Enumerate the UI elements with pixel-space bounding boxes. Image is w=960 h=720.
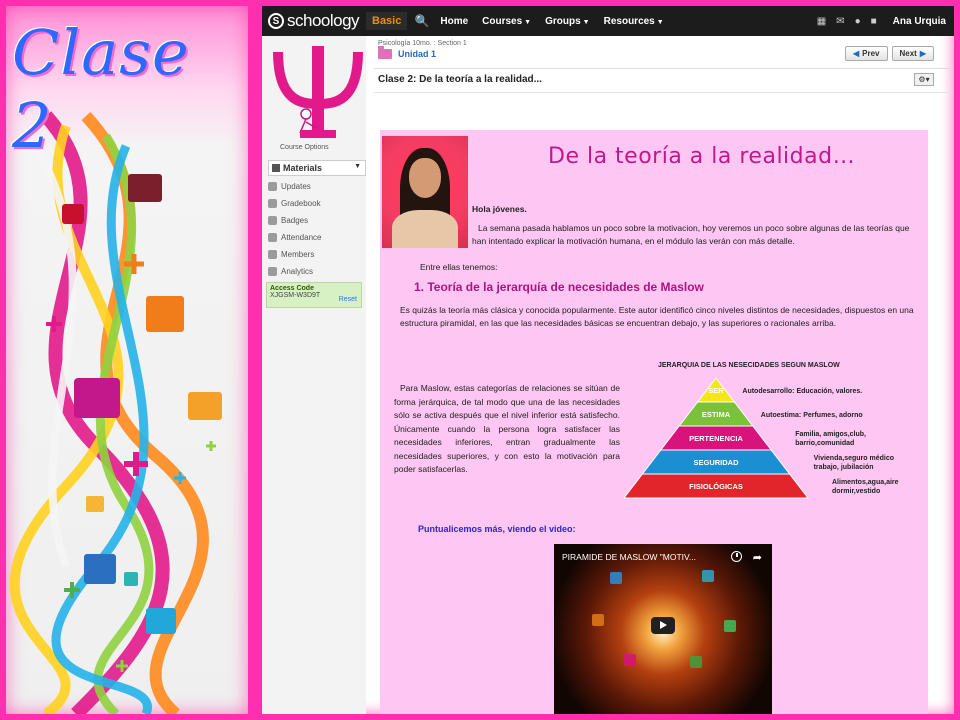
video-player[interactable]: PIRAMIDE DE MASLOW "MOTIV... ➦ [554, 544, 772, 714]
chevron-down-icon: ▼ [354, 163, 361, 170]
pyramid-level-description: dormir,vestido [832, 488, 880, 495]
pager: ◀ Prev Next ▶ [844, 46, 934, 61]
prev-button[interactable]: ◀ Prev [844, 46, 888, 61]
video-title: PIRAMIDE DE MASLOW "MOTIV... [562, 552, 696, 562]
sidebar-item-members[interactable]: Members [268, 246, 321, 263]
pyramid-level-description: Autodesarrollo: Educación, valores. [742, 388, 862, 395]
breadcrumb[interactable]: Psicología 10mo. : Section 1 [378, 40, 467, 47]
slide-title: Clase 2 [12, 16, 190, 162]
access-code-value: XJGSM-W3D9T [270, 292, 321, 299]
sidebar-item-badges[interactable]: Badges [268, 212, 321, 229]
analytics-icon [268, 267, 277, 276]
gear-icon[interactable]: ⚙▾ [914, 73, 934, 86]
people-icon[interactable]: ● [855, 16, 861, 27]
notification-icon[interactable]: ■ [871, 16, 877, 27]
sidebar-item-materials[interactable]: Materials ▼ [268, 160, 366, 176]
divider [374, 68, 950, 69]
sidebar-item-analytics[interactable]: Analytics [268, 263, 321, 280]
teacher-photo [382, 136, 468, 248]
play-button[interactable] [651, 617, 675, 634]
pyramid-level-label: PERTENENCIA [689, 434, 743, 443]
mail-icon[interactable]: ✉ [836, 16, 844, 27]
video-call-text: Puntualicemos más, viendo el video: [418, 524, 576, 534]
pyramid-title: JERARQUIA DE LAS NESECIDADES SEGUN MASLO… [658, 362, 840, 369]
page-content: De la teoría a la realidad… Hola jóvenes… [380, 130, 928, 714]
pyramid-level-label: SEGURIDAD [693, 458, 739, 467]
intro-paragraph: La semana pasada hablamos un poco sobre … [472, 223, 910, 246]
top-navigation-bar: S schoology Basic 🔍 Home Courses ▼ Groups… [262, 6, 954, 36]
pyramid-level-description: Vivienda,seguro médico [814, 455, 894, 462]
maslow-explanation-paragraph: Para Maslow, estas categorías de relacio… [394, 383, 620, 474]
access-code-reset-link[interactable]: Reset [339, 296, 357, 303]
unit-folder-row[interactable]: Unidad 1 [378, 46, 436, 59]
pyramid-graphic: SER Autodesarrollo: Educación, valores. ES… [622, 377, 899, 499]
sidebar-item-attendance[interactable]: Attendance [268, 229, 321, 246]
pyramid-level-label: ESTIMA [702, 410, 731, 419]
gradebook-icon [268, 199, 277, 208]
list-intro-text: Entre ellas tenemos: [420, 262, 498, 272]
materials-icon [272, 164, 280, 172]
sidebar-item-gradebook[interactable]: Gradebook [268, 195, 321, 212]
badge-icon [268, 216, 277, 225]
attendance-icon [268, 233, 277, 242]
unit-folder-link[interactable]: Unidad 1 [398, 49, 436, 59]
next-button[interactable]: Next ▶ [891, 46, 934, 61]
schoology-logo-text: schoology [287, 11, 360, 30]
pyramid-level-description: Familia, amigos,club, [795, 431, 866, 438]
sidebar-menu: Updates Gradebook Badges Attendance Memb… [268, 178, 321, 280]
nav-home[interactable]: Home [433, 16, 475, 27]
pyramid-level-description: Autoestima: Perfumes, adorno [761, 412, 863, 419]
access-code-box: Access Code XJGSM-W3D9T Reset [266, 282, 362, 308]
pyramid-level-label: FISIOLÓGICAS [689, 482, 743, 491]
nav-resources[interactable]: Resources ▼ [597, 16, 671, 27]
pyramid-level-label: SER [708, 386, 724, 395]
arrow-left-icon: ◀ [852, 49, 860, 58]
greeting-text: Hola jóvenes. [472, 204, 527, 214]
content-title: De la teoría a la realidad… [548, 144, 856, 169]
schoology-screenshot: S schoology Basic 🔍 Home Courses ▼ Groups… [262, 6, 954, 714]
pyramid-level-description: Alimentos,agua,aire [832, 479, 899, 486]
slide-decoration-panel: Clase 2 [6, 6, 248, 714]
psi-course-logo-icon [273, 46, 363, 138]
updates-icon [268, 182, 277, 191]
pyramid-level-description: trabajo, jubilación [814, 464, 874, 471]
maslow-paragraph: Es quizás la teoría más clásica y conoci… [400, 305, 914, 328]
nav-groups[interactable]: Groups ▼ [538, 16, 597, 27]
schoology-logo[interactable]: S schoology [262, 11, 366, 31]
divider [374, 92, 950, 93]
course-options-link[interactable]: Course Options [280, 144, 329, 151]
maslow-pyramid: JERARQUIA DE LAS NESECIDADES SEGUN MASLO… [622, 362, 924, 512]
access-code-label: Access Code [270, 285, 314, 292]
course-sidebar: Course Options Materials ▼ Updates Grade… [262, 36, 366, 714]
maslow-heading: 1. Teoría de la jerarquía de necesidades… [414, 280, 704, 294]
chevron-down-icon: ▼ [582, 18, 590, 26]
user-menu[interactable]: Ana Urquia [893, 16, 946, 27]
arrow-right-icon: ▶ [919, 49, 926, 58]
basic-button[interactable]: Basic [366, 12, 408, 30]
schoology-logo-mark: S [268, 13, 284, 29]
folder-icon [378, 46, 392, 59]
page-title: Clase 2: De la teoría a la realidad... [378, 74, 542, 85]
search-icon[interactable]: 🔍 [411, 14, 433, 28]
nav-courses[interactable]: Courses ▼ [475, 16, 538, 27]
members-icon [268, 250, 277, 259]
share-icon[interactable]: ➦ [753, 551, 762, 564]
chevron-down-icon: ▼ [524, 18, 532, 26]
watch-later-icon[interactable] [731, 551, 742, 562]
chevron-down-icon: ▼ [656, 18, 664, 26]
top-icon-group: ▦ ✉ ● ■ Ana Urquia [817, 16, 954, 27]
sidebar-item-updates[interactable]: Updates [268, 178, 321, 195]
calendar-icon[interactable]: ▦ [817, 16, 826, 27]
pyramid-level-description: barrio,comunidad [795, 440, 854, 447]
